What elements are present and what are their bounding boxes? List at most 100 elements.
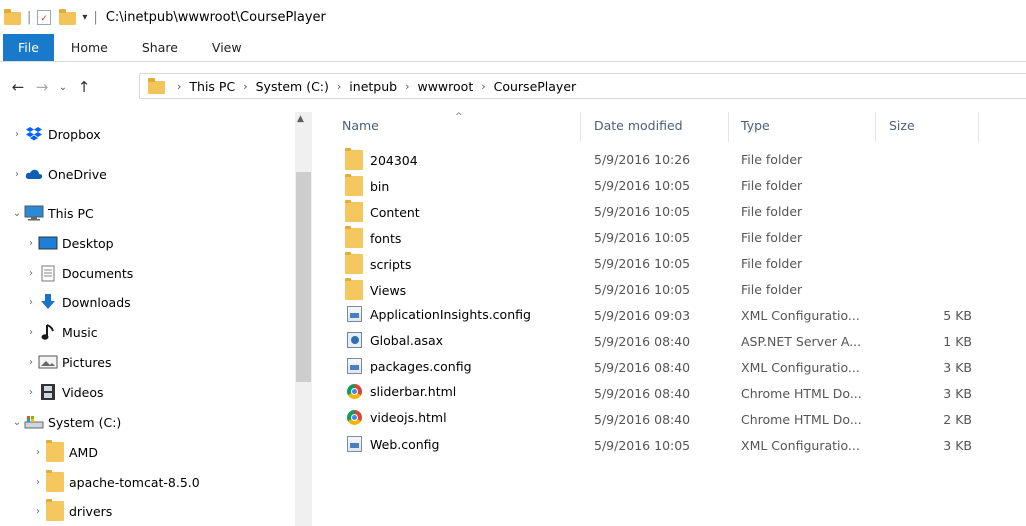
nav-item-apache-tomcat[interactable]: › apache-tomcat-8.5.0 bbox=[31, 470, 200, 494]
file-size: 3 KB bbox=[943, 386, 972, 401]
navigation-bar: ← → ⌄ ↑ › This PC › System (C:) › inetpu… bbox=[0, 70, 1026, 104]
scroll-up-icon[interactable]: ▲ bbox=[297, 114, 304, 124]
nav-item-documents[interactable]: › Documents bbox=[24, 261, 133, 285]
back-button[interactable]: ← bbox=[6, 78, 30, 96]
breadcrumb-courseplayer[interactable]: CoursePlayer bbox=[494, 79, 577, 94]
nav-item-onedrive[interactable]: › OneDrive bbox=[10, 162, 107, 186]
nav-item-music[interactable]: › Music bbox=[24, 320, 98, 344]
file-date: 5/9/2016 10:05 bbox=[594, 282, 691, 297]
nav-item-label: Dropbox bbox=[48, 126, 101, 142]
file-name: Web.config bbox=[370, 436, 440, 452]
nav-item-system-c[interactable]: ⌄ System (C:) bbox=[10, 410, 121, 434]
file-type: XML Configuratio... bbox=[741, 438, 860, 453]
tab-home[interactable]: Home bbox=[54, 34, 125, 61]
chevron-right-icon[interactable]: › bbox=[31, 447, 45, 458]
chevron-right-icon[interactable]: › bbox=[24, 357, 38, 368]
folder-icon bbox=[45, 440, 65, 462]
file-row[interactable]: packages.config 5/9/2016 08:40 XML Confi… bbox=[330, 356, 990, 382]
file-row[interactable]: videojs.html 5/9/2016 08:40 Chrome HTML … bbox=[330, 408, 990, 434]
address-bar[interactable]: › This PC › System (C:) › inetpub › wwwr… bbox=[139, 73, 1026, 99]
nav-scrollbar-thumb[interactable] bbox=[296, 172, 311, 382]
file-type: XML Configuratio... bbox=[741, 360, 860, 375]
nav-item-videos[interactable]: › Videos bbox=[24, 380, 104, 404]
file-date: 5/9/2016 08:40 bbox=[594, 334, 691, 349]
chevron-right-icon[interactable]: › bbox=[405, 80, 409, 93]
file-date: 5/9/2016 10:05 bbox=[594, 204, 691, 219]
column-header-size[interactable]: Size bbox=[889, 118, 915, 133]
nav-item-label: Music bbox=[62, 324, 98, 340]
nav-item-pictures[interactable]: › Pictures bbox=[24, 350, 112, 374]
file-name: Content bbox=[370, 204, 420, 220]
nav-item-amd[interactable]: › AMD bbox=[31, 440, 98, 464]
column-divider[interactable] bbox=[978, 112, 979, 142]
nav-item-label: OneDrive bbox=[48, 166, 107, 182]
up-button[interactable]: ↑ bbox=[72, 78, 96, 96]
file-row[interactable]: scripts 5/9/2016 10:05 File folder bbox=[330, 252, 990, 278]
column-header-name[interactable]: Name bbox=[342, 118, 379, 133]
file-row[interactable]: Views 5/9/2016 10:05 File folder bbox=[330, 278, 990, 304]
nav-item-label: This PC bbox=[48, 205, 94, 221]
file-row[interactable]: Web.config 5/9/2016 10:05 XML Configurat… bbox=[330, 434, 990, 460]
column-divider[interactable] bbox=[728, 112, 729, 142]
breadcrumb-inetpub[interactable]: inetpub bbox=[349, 79, 397, 94]
file-row[interactable]: Content 5/9/2016 10:05 File folder bbox=[330, 200, 990, 226]
file-row[interactable]: bin 5/9/2016 10:05 File folder bbox=[330, 174, 990, 200]
recent-locations-button[interactable]: ⌄ bbox=[54, 82, 72, 93]
column-divider[interactable] bbox=[875, 112, 876, 142]
tab-file[interactable]: File bbox=[3, 34, 54, 61]
music-icon bbox=[38, 323, 58, 341]
chevron-right-icon[interactable]: › bbox=[481, 80, 485, 93]
file-row[interactable]: sliderbar.html 5/9/2016 08:40 Chrome HTM… bbox=[330, 382, 990, 408]
chevron-right-icon[interactable]: › bbox=[243, 80, 247, 93]
chevron-right-icon[interactable]: › bbox=[24, 268, 38, 279]
nav-item-this-pc[interactable]: ⌄ This PC bbox=[10, 201, 94, 225]
file-type: File folder bbox=[741, 256, 803, 271]
file-row[interactable]: 204304 5/9/2016 10:26 File folder bbox=[330, 148, 990, 174]
file-size: 3 KB bbox=[943, 360, 972, 375]
file-size: 5 KB bbox=[943, 308, 972, 323]
nav-item-drivers[interactable]: › drivers bbox=[31, 499, 112, 523]
properties-icon[interactable]: ✓ bbox=[37, 9, 52, 25]
nav-item-desktop[interactable]: › Desktop bbox=[24, 231, 114, 255]
quick-access-dropdown-icon[interactable]: ▾ bbox=[82, 12, 87, 23]
chevron-right-icon[interactable]: › bbox=[177, 80, 181, 93]
chevron-right-icon[interactable]: › bbox=[337, 80, 341, 93]
folder-icon bbox=[344, 200, 364, 222]
file-name: Global.asax bbox=[370, 332, 444, 348]
tab-share[interactable]: Share bbox=[125, 34, 195, 61]
nav-item-downloads[interactable]: › Downloads bbox=[24, 290, 131, 314]
chevron-down-icon[interactable]: ⌄ bbox=[10, 417, 24, 428]
column-header-date-modified[interactable]: Date modified bbox=[594, 118, 683, 133]
chevron-right-icon[interactable]: › bbox=[24, 238, 38, 249]
chevron-right-icon[interactable]: › bbox=[10, 169, 24, 180]
breadcrumb-wwwroot[interactable]: wwwroot bbox=[417, 79, 473, 94]
file-date: 5/9/2016 10:05 bbox=[594, 438, 691, 453]
file-type: ASP.NET Server A... bbox=[741, 334, 862, 349]
column-header-type[interactable]: Type bbox=[741, 118, 770, 133]
chevron-down-icon[interactable]: ⌄ bbox=[10, 208, 24, 219]
forward-button[interactable]: → bbox=[30, 78, 54, 96]
chevron-right-icon[interactable]: › bbox=[24, 327, 38, 338]
file-name: ApplicationInsights.config bbox=[370, 306, 531, 322]
file-name: bin bbox=[370, 178, 390, 194]
breadcrumb-this-pc[interactable]: This PC bbox=[189, 79, 235, 94]
chevron-right-icon[interactable]: › bbox=[31, 506, 45, 517]
column-divider[interactable] bbox=[580, 112, 581, 142]
file-row[interactable]: ApplicationInsights.config 5/9/2016 09:0… bbox=[330, 304, 990, 330]
file-name: sliderbar.html bbox=[370, 384, 457, 399]
file-row[interactable]: fonts 5/9/2016 10:05 File folder bbox=[330, 226, 990, 252]
chevron-right-icon[interactable]: › bbox=[24, 387, 38, 398]
tab-view[interactable]: View bbox=[195, 34, 259, 61]
folder-icon bbox=[344, 278, 364, 300]
file-row[interactable]: Global.asax 5/9/2016 08:40 ASP.NET Serve… bbox=[330, 330, 990, 356]
file-date: 5/9/2016 08:40 bbox=[594, 360, 691, 375]
xml-config-icon bbox=[344, 358, 364, 374]
file-type: File folder bbox=[741, 152, 803, 167]
nav-item-dropbox[interactable]: › Dropbox bbox=[10, 122, 101, 146]
new-folder-icon[interactable] bbox=[59, 9, 77, 25]
chevron-right-icon[interactable]: › bbox=[10, 129, 24, 140]
breadcrumb-system-c[interactable]: System (C:) bbox=[256, 79, 329, 94]
chevron-right-icon[interactable]: › bbox=[24, 297, 38, 308]
file-type: File folder bbox=[741, 230, 803, 245]
chevron-right-icon[interactable]: › bbox=[31, 477, 45, 488]
